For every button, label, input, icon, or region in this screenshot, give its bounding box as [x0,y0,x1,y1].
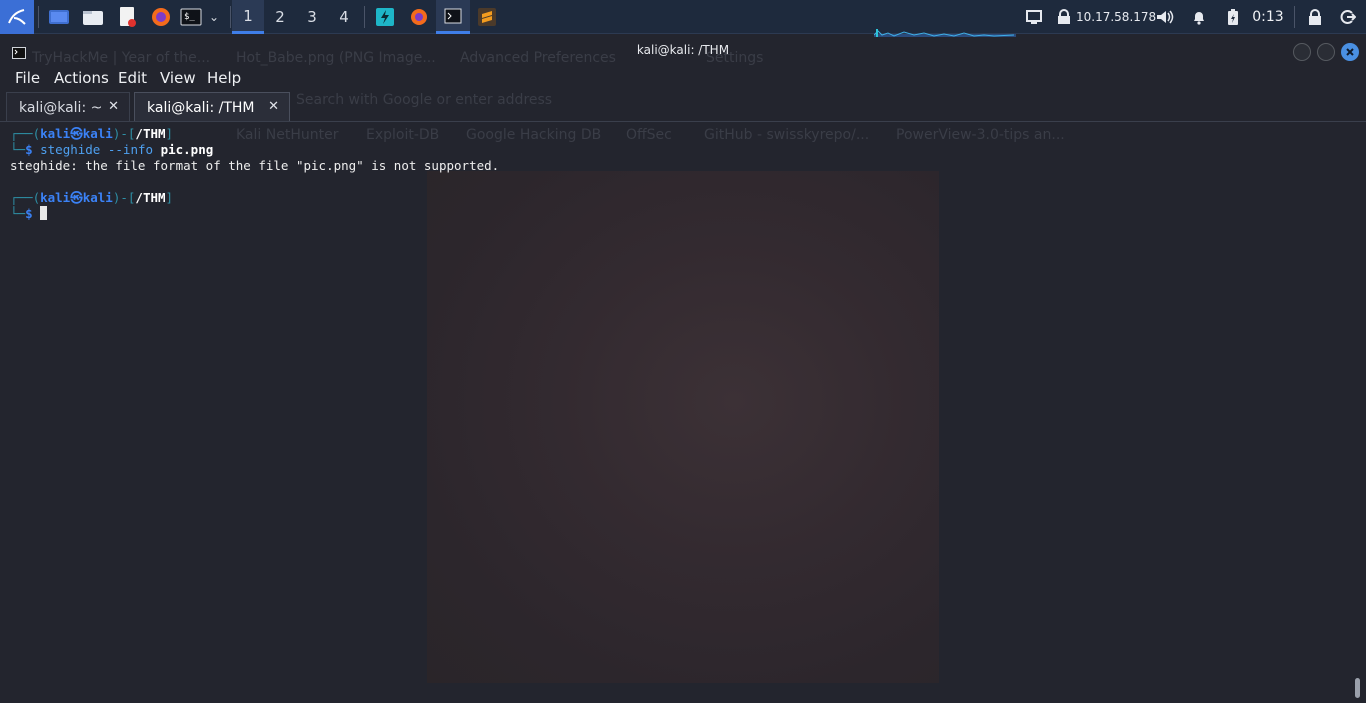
ghost-bookmark: OffSec [626,127,672,143]
firefox-icon[interactable] [146,0,176,34]
logout-icon[interactable] [1336,0,1360,34]
tab-label: kali@kali: /THM [147,99,255,116]
prompt-directory: /THM [135,126,166,141]
close-tab-icon[interactable]: ✕ [108,99,119,114]
chevron-down-icon[interactable]: ⌄ [204,0,224,34]
vpn-lock-icon[interactable] [1054,0,1074,34]
workspace-1[interactable]: 1 [232,0,264,34]
panel-separator [364,6,365,28]
command-name: steghide [40,142,101,157]
text-cursor [40,206,48,220]
menu-view[interactable]: View [160,69,196,87]
ghost-bookmark: GitHub - swisskyrepo/... [704,127,870,143]
prompt-at-symbol: ㉿ [70,126,83,141]
terminal-launcher-icon[interactable]: $_ [178,0,204,34]
prompt-host: kali [82,126,113,141]
menu-help[interactable]: Help [207,69,241,87]
lock-screen-icon[interactable] [1304,0,1326,34]
top-panel: $_ ⌄ 1 2 3 4 10.17.58.178 0:13 [0,0,1366,37]
kali-menu-icon[interactable] [0,0,34,34]
window-titlebar[interactable]: kali@kali: /THM [0,35,1366,65]
workspace-3[interactable]: 3 [296,0,328,34]
panel-separator [38,6,39,28]
prompt-directory: /THM [135,190,166,205]
display-icon[interactable] [1024,0,1044,34]
taskbar-firefox-icon[interactable] [404,0,434,34]
workspace-4[interactable]: 4 [328,0,360,34]
clock[interactable]: 0:13 [1250,0,1286,34]
file-manager-icon[interactable] [78,0,108,34]
taskbar-bolt-app-icon[interactable] [370,0,400,34]
terminal-tab-bar: kali@kali: ~ ✕ kali@kali: /THM ✕ [0,92,1366,122]
menu-actions[interactable]: Actions [54,69,109,87]
ghost-bookmark: PowerView-3.0-tips an... [896,127,1065,143]
background-image [427,171,939,683]
scrollbar[interactable] [1355,678,1360,698]
tab-thm[interactable]: kali@kali: /THM ✕ [134,92,290,122]
prompt-user: kali [40,190,71,205]
command-output: steghide: the file format of the file "p… [10,158,500,173]
battery-icon[interactable] [1224,0,1242,34]
workspace-2[interactable]: 2 [264,0,296,34]
terminal-output[interactable]: ┌──(kali㉿kali)-[/THM] └─$ steghide --inf… [10,126,499,222]
prompt-host: kali [82,190,113,205]
volume-icon[interactable] [1154,0,1176,34]
svg-text:$_: $_ [184,12,195,22]
ip-address: 10.17.58.178 [1076,10,1157,24]
close-tab-icon[interactable]: ✕ [268,99,279,114]
taskbar-terminal-icon[interactable] [436,0,470,34]
panel-separator [230,6,231,28]
text-editor-icon[interactable] [112,0,142,34]
tab-divider [0,121,1366,122]
tab-home[interactable]: kali@kali: ~ ✕ [6,92,130,122]
minimize-button[interactable] [1293,43,1311,61]
command-flag: --info [107,142,154,157]
panel-separator [1294,6,1295,28]
command-argument: pic.png [160,142,214,157]
menu-edit[interactable]: Edit [118,69,147,87]
close-button[interactable] [1341,43,1359,61]
cpu-graph [873,22,1016,37]
notifications-bell-icon[interactable] [1188,0,1210,34]
maximize-button[interactable] [1317,43,1335,61]
menu-file[interactable]: File [15,69,40,87]
menu-bar: File Actions Edit View Help [0,65,1366,91]
taskbar-sublime-icon[interactable] [472,0,502,34]
prompt-at-symbol: ㉿ [70,190,83,205]
window-title: kali@kali: /THM [636,43,730,57]
prompt-user: kali [40,126,71,141]
tab-label: kali@kali: ~ [19,99,103,116]
show-desktop-icon[interactable] [44,0,74,34]
